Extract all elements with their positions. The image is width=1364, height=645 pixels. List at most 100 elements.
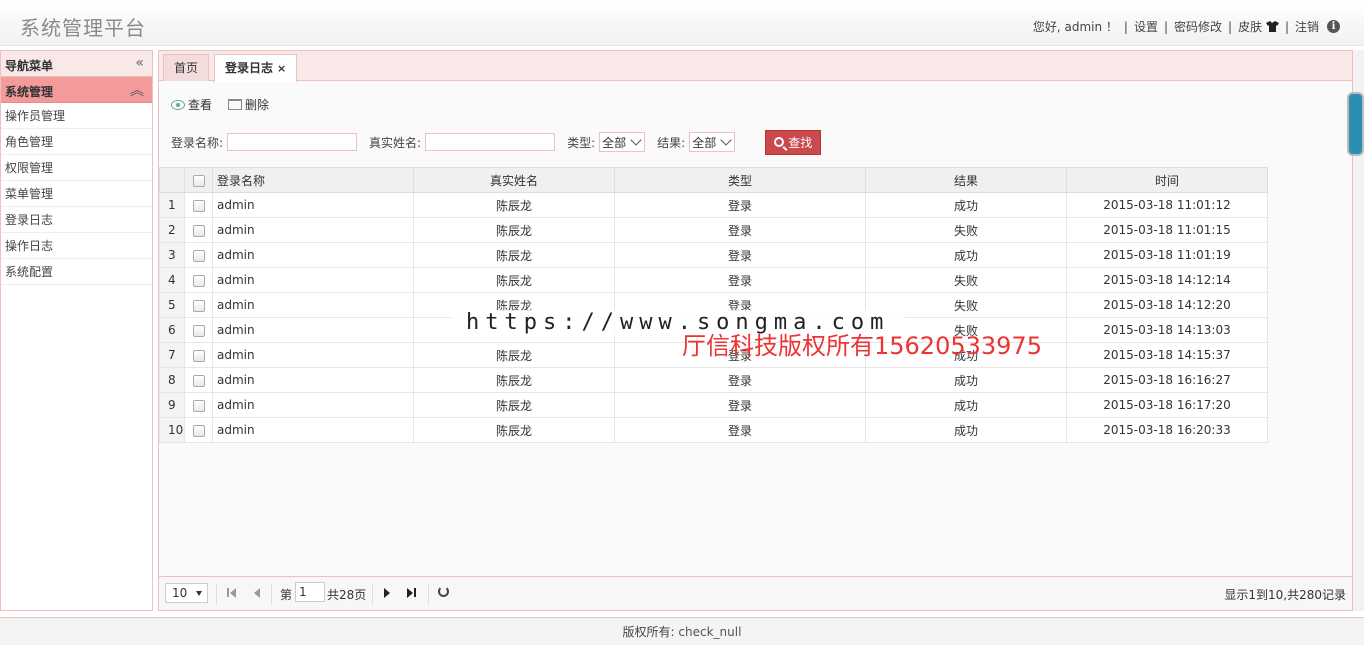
- cell-result: 成功: [865, 242, 1067, 268]
- cell-real-name: 陈辰龙: [413, 392, 615, 418]
- cell-time: 2015-03-18 16:20:33: [1066, 417, 1268, 443]
- sidebar-group-system[interactable]: 系统管理 ︽: [1, 77, 152, 103]
- row-checkbox[interactable]: [184, 367, 213, 393]
- cell-login-name: admin: [212, 317, 414, 343]
- sidebar-item-operation-log[interactable]: 操作日志: [1, 233, 152, 259]
- search-form: 登录名称: 真实姓名: 类型: 全部 结果: 全部 查找: [171, 129, 822, 155]
- refresh-icon[interactable]: [438, 586, 449, 597]
- login-name-input[interactable]: [227, 133, 358, 151]
- row-checkbox[interactable]: [184, 392, 213, 418]
- checkbox[interactable]: [192, 374, 205, 387]
- select-all-checkbox[interactable]: [184, 167, 213, 193]
- checkbox[interactable]: [192, 274, 205, 287]
- checkbox[interactable]: [192, 424, 205, 437]
- sidebar-header: 导航菜单 «: [1, 51, 152, 77]
- tab-close-icon[interactable]: ×: [277, 62, 286, 75]
- row-checkbox[interactable]: [184, 267, 213, 293]
- page-number-input[interactable]: 1: [295, 582, 325, 602]
- checkbox[interactable]: [192, 199, 205, 212]
- checkbox[interactable]: [192, 299, 205, 312]
- cell-login-name: admin: [212, 267, 414, 293]
- cell-time: 2015-03-18 14:15:37: [1066, 342, 1268, 368]
- tab-bar: 首页 登录日志 ×: [159, 51, 1352, 82]
- row-checkbox[interactable]: [184, 342, 213, 368]
- row-checkbox[interactable]: [184, 317, 213, 343]
- column-header-real-name[interactable]: 真实姓名: [413, 167, 615, 193]
- sidebar-item-login-log[interactable]: 登录日志: [1, 207, 152, 233]
- find-button[interactable]: 查找: [765, 129, 822, 155]
- view-button[interactable]: 查看: [171, 96, 212, 113]
- toolbar: 查看 删除: [171, 96, 269, 113]
- cell-time: 2015-03-18 14:13:03: [1066, 317, 1268, 343]
- copyright-label: 版权所有:: [622, 625, 675, 639]
- table-row[interactable]: 1 admin 陈辰龙 登录 成功 2015-03-18 11:01:12: [159, 192, 1268, 218]
- row-checkbox[interactable]: [184, 417, 213, 443]
- sidebar-item-operators[interactable]: 操作员管理: [1, 103, 152, 129]
- collapse-up-icon[interactable]: ︽: [130, 80, 144, 100]
- column-header-login-name[interactable]: 登录名称: [212, 167, 414, 193]
- cell-result: 失败: [865, 217, 1067, 243]
- column-header-type[interactable]: 类型: [614, 167, 866, 193]
- cell-time: 2015-03-18 11:01:15: [1066, 217, 1268, 243]
- scroll-knob[interactable]: [1347, 92, 1364, 156]
- table-row[interactable]: 9 admin 陈辰龙 登录 成功 2015-03-18 16:17:20: [159, 392, 1268, 418]
- row-checkbox[interactable]: [184, 217, 213, 243]
- checkbox[interactable]: [192, 399, 205, 412]
- delete-icon: [228, 99, 243, 110]
- table-row[interactable]: 10 admin 陈辰龙 登录 成功 2015-03-18 16:20:33: [159, 417, 1268, 443]
- logout-link[interactable]: 注销: [1295, 18, 1319, 35]
- table-row[interactable]: 3 admin 陈辰龙 登录 成功 2015-03-18 11:01:19: [159, 242, 1268, 268]
- last-page-icon[interactable]: [405, 587, 417, 599]
- checkbox[interactable]: [192, 249, 205, 262]
- first-page-icon[interactable]: [226, 587, 238, 599]
- sidebar-item-permissions[interactable]: 权限管理: [1, 155, 152, 181]
- cell-login-name: admin: [212, 217, 414, 243]
- type-label: 类型:: [567, 135, 596, 150]
- tab-login-log[interactable]: 登录日志 ×: [214, 54, 298, 82]
- prev-page-icon[interactable]: [251, 587, 263, 599]
- real-name-input[interactable]: [425, 133, 556, 151]
- settings-link[interactable]: 设置: [1134, 18, 1158, 35]
- cell-real-name: 陈辰龙: [413, 217, 615, 243]
- cell-real-name: 陈辰龙: [413, 242, 615, 268]
- skin-link[interactable]: 皮肤: [1238, 18, 1279, 35]
- checkbox[interactable]: [192, 224, 205, 237]
- table-row[interactable]: 4 admin 陈辰龙 登录 失败 2015-03-18 14:12:14: [159, 267, 1268, 293]
- type-select[interactable]: 全部: [599, 132, 646, 152]
- delete-button[interactable]: 删除: [228, 96, 269, 113]
- password-link[interactable]: 密码修改: [1174, 18, 1222, 35]
- chevron-down-icon: [630, 134, 642, 146]
- table-row[interactable]: 8 admin 陈辰龙 登录 成功 2015-03-18 16:16:27: [159, 367, 1268, 393]
- row-checkbox[interactable]: [184, 292, 213, 318]
- cell-type: 登录: [614, 267, 866, 293]
- column-header-time[interactable]: 时间: [1066, 167, 1268, 193]
- checkbox[interactable]: [192, 349, 205, 362]
- cell-login-name: admin: [212, 292, 414, 318]
- cell-login-name: admin: [212, 367, 414, 393]
- cell-result: 失败: [865, 267, 1067, 293]
- cell-real-name: 陈辰龙: [413, 267, 615, 293]
- table-row[interactable]: 2 admin 陈辰龙 登录 失败 2015-03-18 11:01:15: [159, 217, 1268, 243]
- cell-login-name: admin: [212, 417, 414, 443]
- right-scrollbar[interactable]: [1347, 50, 1364, 611]
- result-select[interactable]: 全部: [689, 132, 736, 152]
- shirt-icon: [1265, 21, 1279, 32]
- sidebar-item-config[interactable]: 系统配置: [1, 259, 152, 285]
- info-icon[interactable]: i: [1327, 20, 1340, 33]
- sidebar-item-menus[interactable]: 菜单管理: [1, 181, 152, 207]
- cell-login-name: admin: [212, 242, 414, 268]
- cell-real-name: 陈辰龙: [413, 342, 615, 368]
- cell-type: 登录: [614, 417, 866, 443]
- checkbox[interactable]: [192, 324, 205, 337]
- row-checkbox[interactable]: [184, 192, 213, 218]
- row-number: 1: [159, 192, 185, 218]
- tab-home[interactable]: 首页: [163, 54, 210, 81]
- column-header-result[interactable]: 结果: [865, 167, 1067, 193]
- cell-real-name: 陈辰龙: [413, 367, 615, 393]
- sidebar-item-roles[interactable]: 角色管理: [1, 129, 152, 155]
- row-checkbox[interactable]: [184, 242, 213, 268]
- next-page-icon[interactable]: [381, 587, 393, 599]
- pagination-bar: 10 第 1 共28页 显示1到10,共280记录: [159, 576, 1352, 610]
- page-size-select[interactable]: 10: [165, 583, 208, 603]
- collapse-left-icon[interactable]: «: [135, 55, 144, 71]
